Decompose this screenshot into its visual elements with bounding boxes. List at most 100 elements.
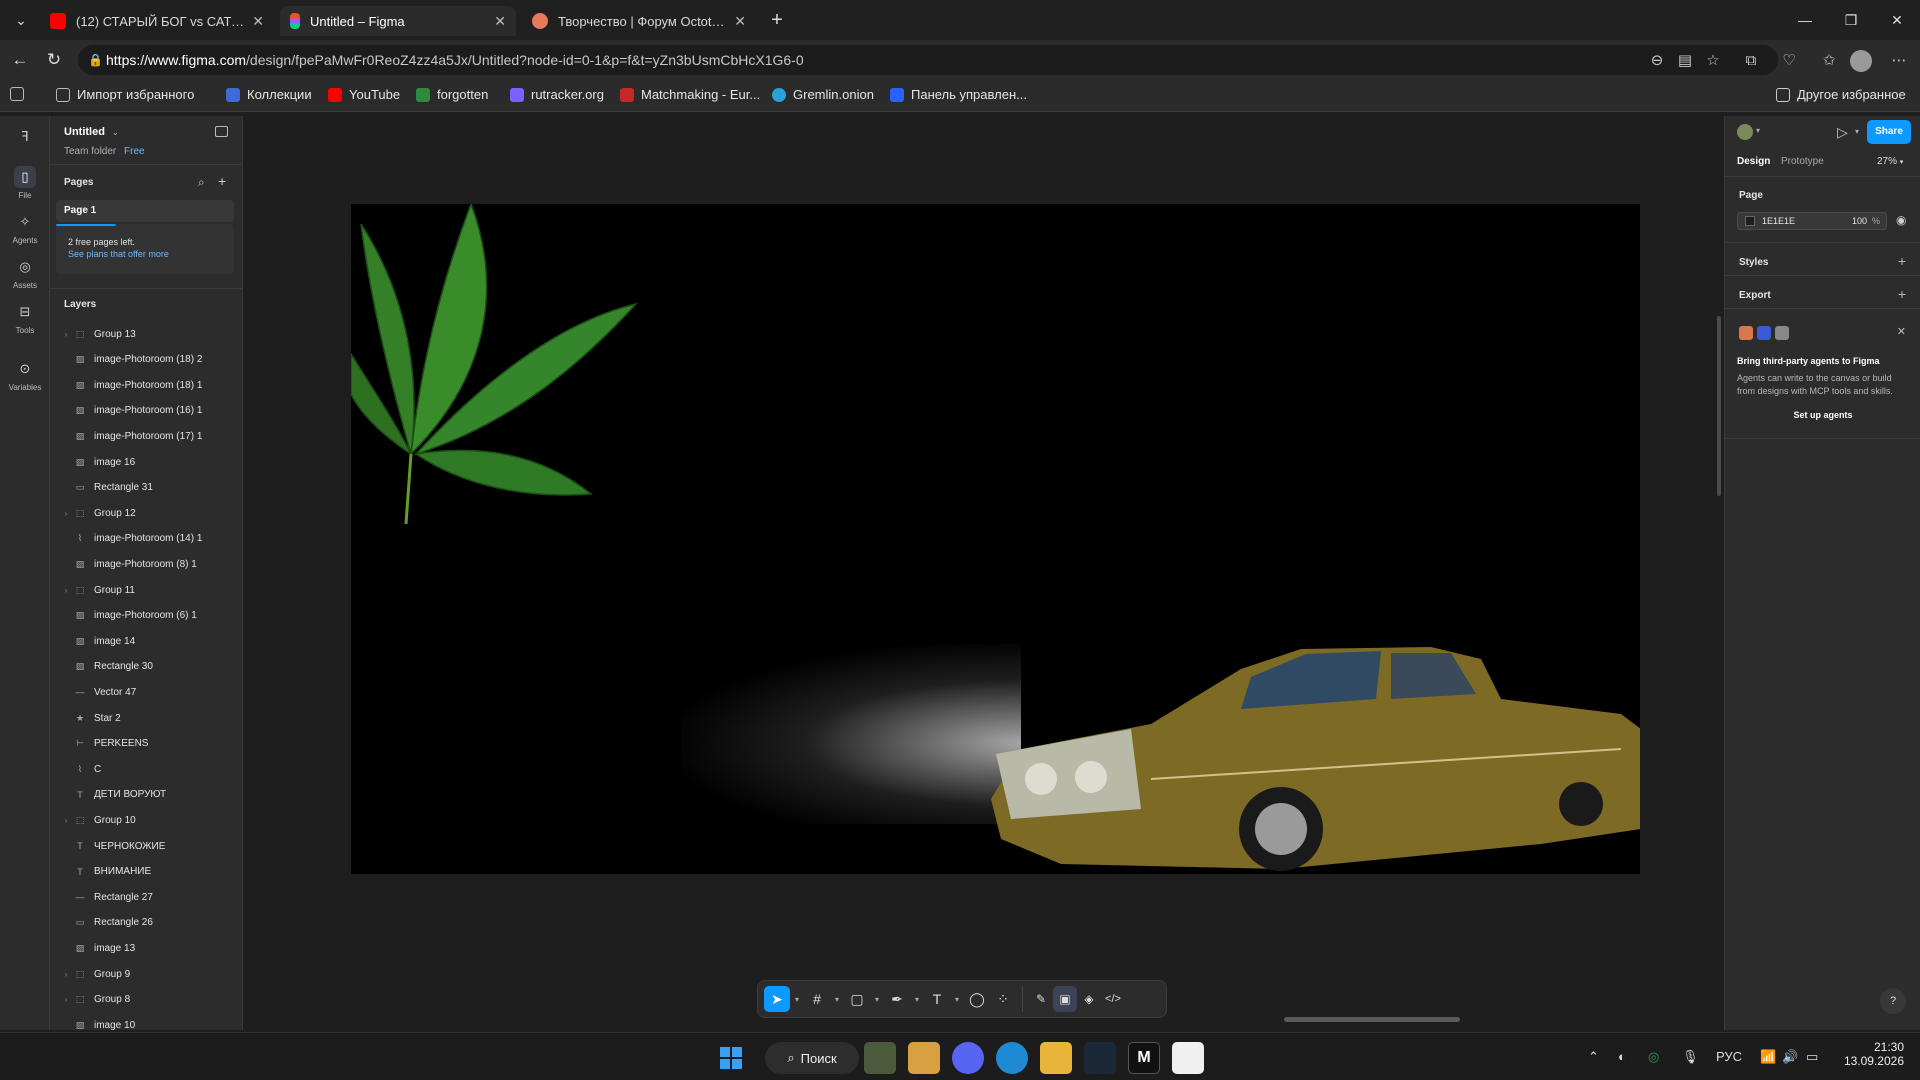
close-tab-icon[interactable]: ✕ bbox=[494, 13, 506, 30]
horizontal-scrollbar[interactable] bbox=[1284, 1017, 1460, 1022]
expand-chevron-icon[interactable]: › bbox=[60, 509, 72, 518]
team-folder-label[interactable]: Team folder bbox=[64, 146, 116, 157]
layer-row[interactable]: ▨ image 14 bbox=[50, 629, 243, 653]
layer-row[interactable]: T ВНИМАНИЕ bbox=[50, 860, 243, 884]
layer-row[interactable]: ▨ image-Photoroom (17) 1 bbox=[50, 424, 243, 448]
chevron-down-icon[interactable]: ▾ bbox=[950, 995, 964, 1004]
see-plans-link[interactable]: See plans that offer more bbox=[56, 247, 234, 259]
chevron-down-icon[interactable]: ▾ bbox=[1855, 127, 1859, 136]
layer-row[interactable]: ▨ image-Photoroom (18) 2 bbox=[50, 348, 243, 372]
plan-badge[interactable]: Free bbox=[124, 146, 145, 157]
layer-row[interactable]: ▨ image-Photoroom (18) 1 bbox=[50, 373, 243, 397]
rail-assets[interactable]: ◎ Assets bbox=[0, 256, 50, 290]
bookmark-collections[interactable]: Коллекции bbox=[226, 87, 312, 102]
page-color-field[interactable]: 1E1E1E 100 % bbox=[1737, 212, 1887, 230]
rail-file[interactable]: ▯ File bbox=[0, 166, 50, 200]
steam-icon[interactable] bbox=[1084, 1042, 1116, 1074]
mail-app-icon[interactable]: M bbox=[1128, 1042, 1160, 1074]
chevron-down-icon[interactable]: ▾ bbox=[910, 995, 924, 1004]
app-icon[interactable] bbox=[908, 1042, 940, 1074]
browser-essentials-icon[interactable]: ♡ bbox=[1778, 50, 1800, 72]
bookmark-forgotten[interactable]: forgotten bbox=[416, 87, 488, 102]
user-avatar[interactable] bbox=[1737, 124, 1753, 140]
expand-chevron-icon[interactable]: › bbox=[60, 330, 72, 339]
bookmark-import[interactable]: Импорт избранного bbox=[56, 87, 194, 102]
extensions-icon[interactable]: ⧉ bbox=[1740, 50, 1762, 72]
text-tool-icon[interactable]: T bbox=[924, 986, 950, 1012]
layer-row[interactable]: ▨ image 13 bbox=[50, 936, 243, 960]
layer-row[interactable]: ▨ Rectangle 30 bbox=[50, 655, 243, 679]
steam-tray-icon[interactable]: ◐ bbox=[1618, 1049, 1626, 1064]
page-opacity-value[interactable]: 100 bbox=[1852, 216, 1867, 226]
expand-chevron-icon[interactable]: › bbox=[60, 816, 72, 825]
more-menu-icon[interactable]: ⋯ bbox=[1888, 50, 1910, 72]
add-export-icon[interactable]: + bbox=[1898, 286, 1906, 302]
restore-icon[interactable]: ❐ bbox=[1836, 8, 1866, 32]
car-image[interactable] bbox=[981, 629, 1640, 874]
back-arrow-icon[interactable]: ← bbox=[8, 48, 32, 72]
add-style-icon[interactable]: + bbox=[1898, 253, 1906, 269]
wifi-icon[interactable]: 📶 bbox=[1760, 1049, 1776, 1065]
zoom-menu[interactable]: 27% ▾ bbox=[1877, 156, 1903, 167]
layer-row[interactable]: › ⬚ Group 8 bbox=[50, 988, 243, 1012]
taskbar-search[interactable]: ⌕ Поиск bbox=[765, 1042, 859, 1074]
layer-row[interactable]: ⊢ PERKEENS bbox=[50, 732, 243, 756]
layer-row[interactable]: ▭ Rectangle 31 bbox=[50, 476, 243, 500]
frame-tool-icon[interactable]: # bbox=[804, 986, 830, 1012]
file-name[interactable]: Untitled ⌄ bbox=[64, 126, 119, 138]
tray-status-icon[interactable]: ◎ bbox=[1648, 1049, 1659, 1065]
bookmark-youtube[interactable]: YouTube bbox=[328, 87, 400, 102]
vertical-scrollbar[interactable] bbox=[1717, 316, 1721, 496]
layer-row[interactable]: › ⬚ Group 11 bbox=[50, 578, 243, 602]
component-mode-icon[interactable]: ◈ bbox=[1077, 986, 1101, 1012]
expand-chevron-icon[interactable]: › bbox=[60, 970, 72, 979]
bookmark-matchmaking[interactable]: Matchmaking - Eur... bbox=[620, 87, 760, 102]
add-page-icon[interactable]: + bbox=[218, 173, 226, 189]
chevron-down-icon[interactable]: ▾ bbox=[1756, 126, 1760, 135]
design-mode-icon[interactable]: ▣ bbox=[1053, 986, 1077, 1012]
favorite-star-icon[interactable]: ☆ bbox=[1702, 50, 1724, 72]
battery-icon[interactable]: ▭ bbox=[1806, 1049, 1818, 1065]
tab-design[interactable]: Design bbox=[1737, 156, 1770, 167]
layer-row[interactable]: › ⬚ Group 9 bbox=[50, 962, 243, 986]
bookmark-other[interactable]: Другое избранное bbox=[1776, 87, 1906, 102]
tray-overflow-icon[interactable]: ⌃ bbox=[1588, 1049, 1599, 1065]
layer-row[interactable]: ★ Star 2 bbox=[50, 706, 243, 730]
url-field[interactable]: 🔒 https://www.figma.com /design/fpePaMwF… bbox=[78, 45, 1778, 75]
volume-icon[interactable]: 🔊 bbox=[1782, 1049, 1798, 1065]
panel-toggle-icon[interactable] bbox=[215, 126, 228, 137]
layer-row[interactable]: › ⬚ Group 13 bbox=[50, 322, 243, 346]
close-tab-icon[interactable]: ✕ bbox=[734, 13, 746, 30]
layer-row[interactable]: ⌇ C bbox=[50, 757, 243, 781]
present-play-icon[interactable]: ▷ bbox=[1837, 124, 1848, 141]
rail-agents[interactable]: ✧ Agents bbox=[0, 211, 50, 245]
new-tab-button[interactable]: + bbox=[762, 8, 792, 32]
close-window-icon[interactable]: ✕ bbox=[1882, 8, 1912, 32]
tab-figma[interactable]: Untitled – Figma ✕ bbox=[280, 6, 516, 36]
layer-row[interactable]: ⌇ image-Photoroom (14) 1 bbox=[50, 527, 243, 551]
close-icon[interactable]: ✕ bbox=[1897, 325, 1906, 338]
file-explorer-icon[interactable] bbox=[1040, 1042, 1072, 1074]
minimize-icon[interactable]: — bbox=[1790, 8, 1820, 32]
expand-chevron-icon[interactable]: › bbox=[60, 995, 72, 1004]
reader-view-icon[interactable]: ▤ bbox=[1674, 50, 1696, 72]
rail-tools[interactable]: ⊟ Tools bbox=[0, 301, 50, 335]
pen-tool-icon[interactable]: ✒ bbox=[884, 986, 910, 1012]
draw-mode-icon[interactable]: ✎ bbox=[1029, 986, 1053, 1012]
rail-variables[interactable]: ⊙ Variables bbox=[0, 358, 50, 392]
bookmark-panel[interactable]: Панель управлен... bbox=[890, 87, 1027, 102]
layer-row[interactable]: ▨ image 16 bbox=[50, 450, 243, 474]
leaf-image[interactable] bbox=[351, 204, 651, 534]
actions-tool-icon[interactable]: ⁘ bbox=[990, 986, 1016, 1012]
share-button[interactable]: Share bbox=[1867, 120, 1911, 144]
color-swatch[interactable] bbox=[1745, 216, 1755, 226]
artboard-frame[interactable] bbox=[351, 204, 1640, 874]
layer-row[interactable]: ▨ image-Photoroom (8) 1 bbox=[50, 552, 243, 576]
tab-youtube[interactable]: (12) СТАРЫЙ БОГ vs САТАНИКА ✕ bbox=[40, 6, 274, 36]
profile-avatar[interactable] bbox=[1850, 50, 1872, 72]
edge-browser-icon[interactable] bbox=[996, 1042, 1028, 1074]
search-pages-icon[interactable]: ⌕ bbox=[198, 175, 205, 190]
tab-prototype[interactable]: Prototype bbox=[1781, 156, 1824, 167]
help-button[interactable]: ? bbox=[1880, 988, 1906, 1014]
windows-start-icon[interactable] bbox=[715, 1042, 747, 1074]
